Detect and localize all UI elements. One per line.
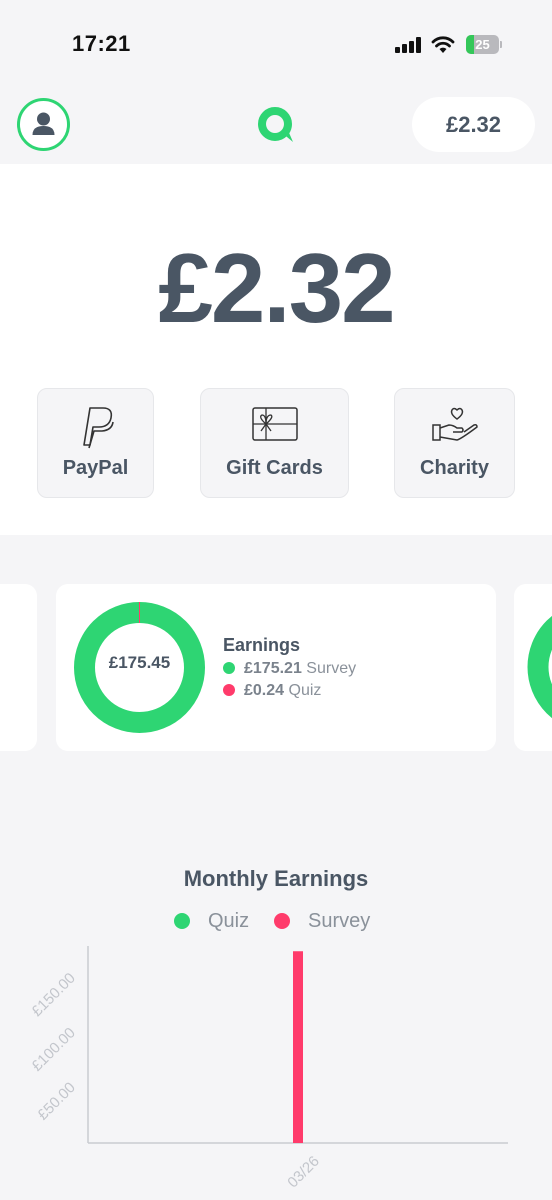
status-bar: 17:21 25 <box>0 0 552 90</box>
survey-label: Survey <box>306 660 357 677</box>
survey-legend-dot <box>274 913 290 929</box>
quiz-dot <box>223 684 235 696</box>
x-tick-label: 03/26 <box>284 1153 323 1192</box>
app-logo-icon <box>258 107 293 142</box>
y-tick-label: £150.00 <box>28 970 78 1020</box>
option-label: PayPal <box>62 457 129 479</box>
earnings-total: £175.45 <box>108 653 171 672</box>
chart-title: Monthly Earnings <box>183 866 369 891</box>
quiz-amount: £0.24 <box>244 682 285 699</box>
survey-amount: £175.21 <box>244 660 302 677</box>
balance-panel: £2.32 PayPal Gift Cards Charity <box>0 164 552 535</box>
y-tick-label: £50.00 <box>34 1079 78 1123</box>
quiz-label: Quiz <box>288 682 322 699</box>
option-label: Gift Cards <box>226 457 323 479</box>
survey-dot <box>223 662 235 674</box>
carousel-card-next[interactable] <box>514 584 552 751</box>
paypal-option[interactable]: PayPal <box>37 388 154 498</box>
quiz-legend-dot <box>174 913 190 929</box>
earnings-title: Earnings <box>223 635 301 655</box>
battery-level: 25 <box>475 37 490 52</box>
y-tick-label: £100.00 <box>28 1024 78 1074</box>
wifi-icon <box>431 36 455 53</box>
earnings-card[interactable]: £175.45 Earnings £175.21 Survey £0.24 Qu… <box>56 584 496 751</box>
monthly-earnings-chart: £50.00 £100.00£150.00 03/26 <box>28 946 508 1192</box>
balance-amount: £2.32 <box>158 233 395 343</box>
next-card-donut-chart <box>527 615 552 719</box>
gift-card-icon <box>251 407 298 441</box>
option-label: Charity <box>420 457 489 479</box>
header-balance[interactable]: £2.32 <box>412 97 535 152</box>
carousel-card-previous[interactable] <box>0 584 37 751</box>
charity-option[interactable]: Charity <box>394 388 515 498</box>
battery-icon: 25 <box>466 35 502 54</box>
status-time: 17:21 <box>72 31 131 56</box>
earnings-row-survey: £175.21 Survey <box>223 660 356 678</box>
earnings-row-quiz: £0.24 Quiz <box>223 682 321 700</box>
cellular-signal-icon <box>395 37 423 53</box>
user-icon <box>32 112 55 135</box>
profile-button[interactable] <box>17 98 70 151</box>
paypal-icon <box>82 407 114 449</box>
bar-survey <box>293 951 303 1143</box>
gift-cards-option[interactable]: Gift Cards <box>200 388 349 498</box>
charity-hand-heart-icon <box>431 407 478 441</box>
